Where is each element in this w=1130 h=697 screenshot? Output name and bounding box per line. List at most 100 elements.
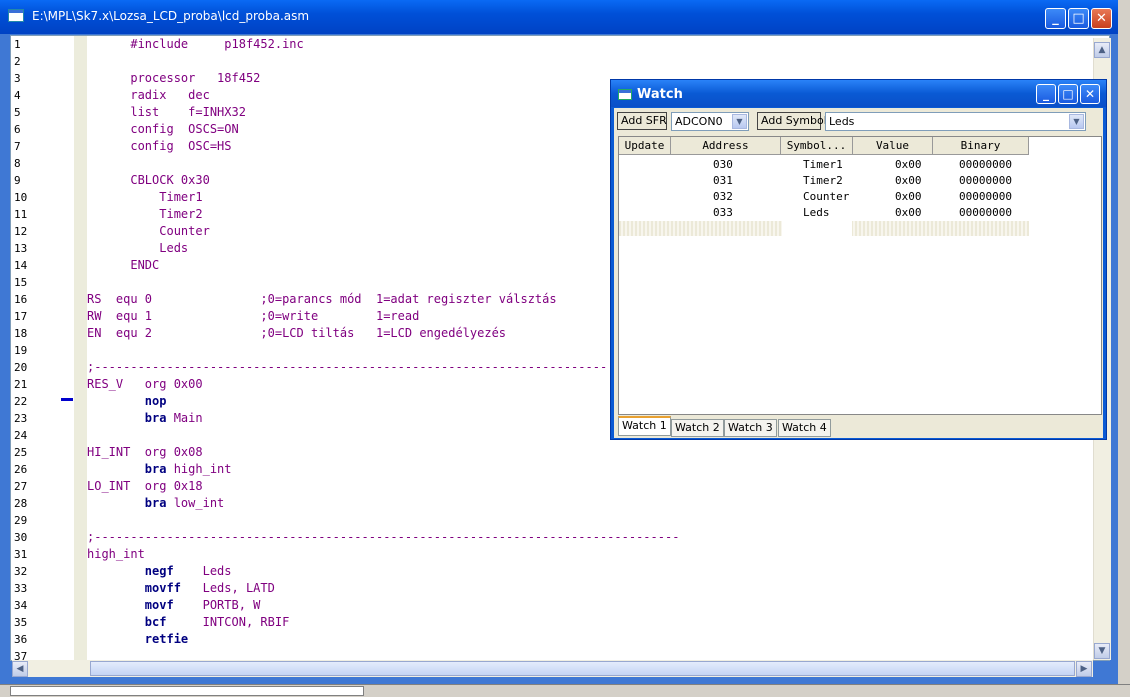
code-line[interactable]: CBLOCK 0x30 (87, 172, 209, 189)
scroll-up-icon[interactable]: ▲ (1094, 42, 1110, 58)
watch-window: Watch _ □ ✕ Add SFR ADCON0 ▼ Add Symbol … (610, 79, 1107, 440)
watch-close-button[interactable]: ✕ (1080, 84, 1100, 104)
watch-cell-value[interactable]: 0x00 (895, 173, 922, 189)
breakpoint-margin[interactable] (74, 36, 87, 660)
line-number: 25 (14, 446, 28, 459)
execution-pointer-marker (61, 398, 73, 401)
code-line[interactable]: high_int (87, 546, 145, 563)
code-line[interactable]: Timer1 (87, 189, 202, 206)
line-number: 21 (14, 378, 28, 391)
watch-grid[interactable]: Update Address Symbol... Value Binary 03… (618, 136, 1102, 415)
watch-cell-address[interactable]: 032 (713, 189, 733, 205)
code-line[interactable]: RS equ 0 ;0=parancs mód 1=adat regiszter… (87, 291, 557, 308)
code-line[interactable]: config OSC=HS (87, 138, 231, 155)
chevron-down-icon[interactable]: ▼ (1069, 114, 1084, 129)
tab-watch-2[interactable]: Watch 2 (671, 419, 724, 437)
code-line[interactable]: Counter (87, 223, 210, 240)
code-line[interactable]: bra high_int (87, 461, 232, 478)
watch-cell-binary[interactable]: 00000000 (959, 205, 1012, 221)
code-line[interactable]: config OSCS=ON (87, 121, 238, 138)
line-number: 16 (14, 293, 28, 306)
column-header-address[interactable]: Address (671, 137, 781, 155)
line-number: 6 (14, 123, 21, 136)
watch-maximize-button[interactable]: □ (1058, 84, 1078, 104)
symbol-select-value: Leds (829, 115, 855, 128)
code-line[interactable]: Leds (87, 240, 188, 257)
add-symbol-button[interactable]: Add Symbol (757, 112, 827, 130)
sfr-select[interactable]: ADCON0 ▼ (671, 112, 749, 131)
watch-cell-binary[interactable]: 00000000 (959, 157, 1012, 173)
code-line[interactable]: negf Leds (87, 563, 232, 580)
watch-cell-address[interactable]: 030 (713, 157, 733, 173)
watch-cell-binary[interactable]: 00000000 (959, 189, 1012, 205)
tab-watch-3[interactable]: Watch 3 (724, 419, 777, 437)
code-line[interactable]: ;---------------------------------------… (87, 359, 607, 376)
code-line[interactable]: LO_INT org 0x18 (87, 478, 203, 495)
line-number: 9 (14, 174, 21, 187)
title-bar[interactable]: E:\MPL\Sk7.x\Lozsa_LCD_proba\lcd_proba.a… (0, 0, 1118, 34)
line-number-gutter: 1 2 3 4 5 6 7 8 9 10 11 12 13 14 15 16 17 18 19 20 21 22 23 24 2… (11, 36, 75, 660)
watch-cell-value[interactable]: 0x00 (895, 205, 922, 221)
line-number: 29 (14, 514, 28, 527)
line-number: 4 (14, 89, 21, 102)
code-line[interactable]: bra Main (87, 410, 203, 427)
line-number: 30 (14, 531, 28, 544)
watch-minimize-button[interactable]: _ (1036, 84, 1056, 104)
watch-cell-symbol[interactable]: Leds (803, 205, 830, 221)
tab-watch-1[interactable]: Watch 1 (618, 416, 671, 436)
watch-title: Watch (637, 87, 683, 102)
close-button[interactable]: ✕ (1091, 8, 1112, 29)
code-line[interactable]: retfie (87, 631, 188, 648)
line-number: 23 (14, 412, 28, 425)
watch-cell-value[interactable]: 0x00 (895, 189, 922, 205)
code-line[interactable]: RES_V org 0x00 (87, 376, 203, 393)
code-line[interactable]: movff Leds, LATD (87, 580, 275, 597)
column-header-binary[interactable]: Binary (933, 137, 1029, 155)
watch-cell-address[interactable]: 031 (713, 173, 733, 189)
code-line[interactable]: HI_INT org 0x08 (87, 444, 203, 461)
code-line[interactable]: radix dec (87, 87, 209, 104)
line-number: 36 (14, 633, 28, 646)
code-line[interactable]: list f=INHX32 (87, 104, 246, 121)
line-number: 5 (14, 106, 21, 119)
code-line[interactable]: Timer2 (87, 206, 202, 223)
symbol-select[interactable]: Leds ▼ (825, 112, 1086, 131)
horizontal-scroll-thumb[interactable] (90, 661, 1075, 676)
line-number: 33 (14, 582, 28, 595)
line-number: 17 (14, 310, 28, 323)
minimize-button[interactable]: _ (1045, 8, 1066, 29)
scroll-left-icon[interactable]: ◀ (12, 661, 28, 677)
column-header-update[interactable]: Update (619, 137, 671, 155)
code-line[interactable]: ENDC (87, 257, 159, 274)
line-number: 35 (14, 616, 28, 629)
line-number: 18 (14, 327, 28, 340)
code-line[interactable]: #include p18f452.inc (87, 36, 303, 53)
watch-cell-binary[interactable]: 00000000 (959, 173, 1012, 189)
code-line[interactable]: bcf INTCON, RBIF (87, 614, 290, 631)
code-line[interactable]: ;---------------------------------------… (87, 529, 679, 546)
code-line[interactable]: movf PORTB, W (87, 597, 261, 614)
watch-cell-symbol[interactable]: Timer1 (803, 157, 843, 173)
column-header-value[interactable]: Value (853, 137, 933, 155)
horizontal-scrollbar[interactable]: ◀ ▶ (12, 660, 1093, 677)
column-header-symbol[interactable]: Symbol... (781, 137, 853, 155)
scroll-down-icon[interactable]: ▼ (1094, 643, 1110, 659)
maximize-button[interactable]: □ (1068, 8, 1089, 29)
watch-cell-address[interactable]: 033 (713, 205, 733, 221)
line-number: 22 (14, 395, 28, 408)
add-sfr-button[interactable]: Add SFR (617, 112, 667, 130)
watch-cell-value[interactable]: 0x00 (895, 157, 922, 173)
watch-cell-symbol[interactable]: Timer2 (803, 173, 843, 189)
code-line[interactable]: processor 18f452 (87, 70, 260, 87)
tab-watch-4[interactable]: Watch 4 (778, 419, 831, 437)
watch-title-bar[interactable]: Watch _ □ ✕ (611, 80, 1106, 107)
watch-cell-symbol[interactable]: Counter (803, 189, 849, 205)
chevron-down-icon[interactable]: ▼ (732, 114, 747, 129)
code-line[interactable]: RW equ 1 ;0=write 1=read (87, 308, 419, 325)
code-line[interactable]: bra low_int (87, 495, 224, 512)
scroll-right-icon[interactable]: ▶ (1076, 661, 1092, 677)
code-line[interactable]: nop (87, 393, 167, 410)
line-number: 27 (14, 480, 28, 493)
new-symbol-cell[interactable] (782, 221, 852, 236)
code-line[interactable]: EN equ 2 ;0=LCD tiltás 1=LCD engedélyezé… (87, 325, 506, 342)
